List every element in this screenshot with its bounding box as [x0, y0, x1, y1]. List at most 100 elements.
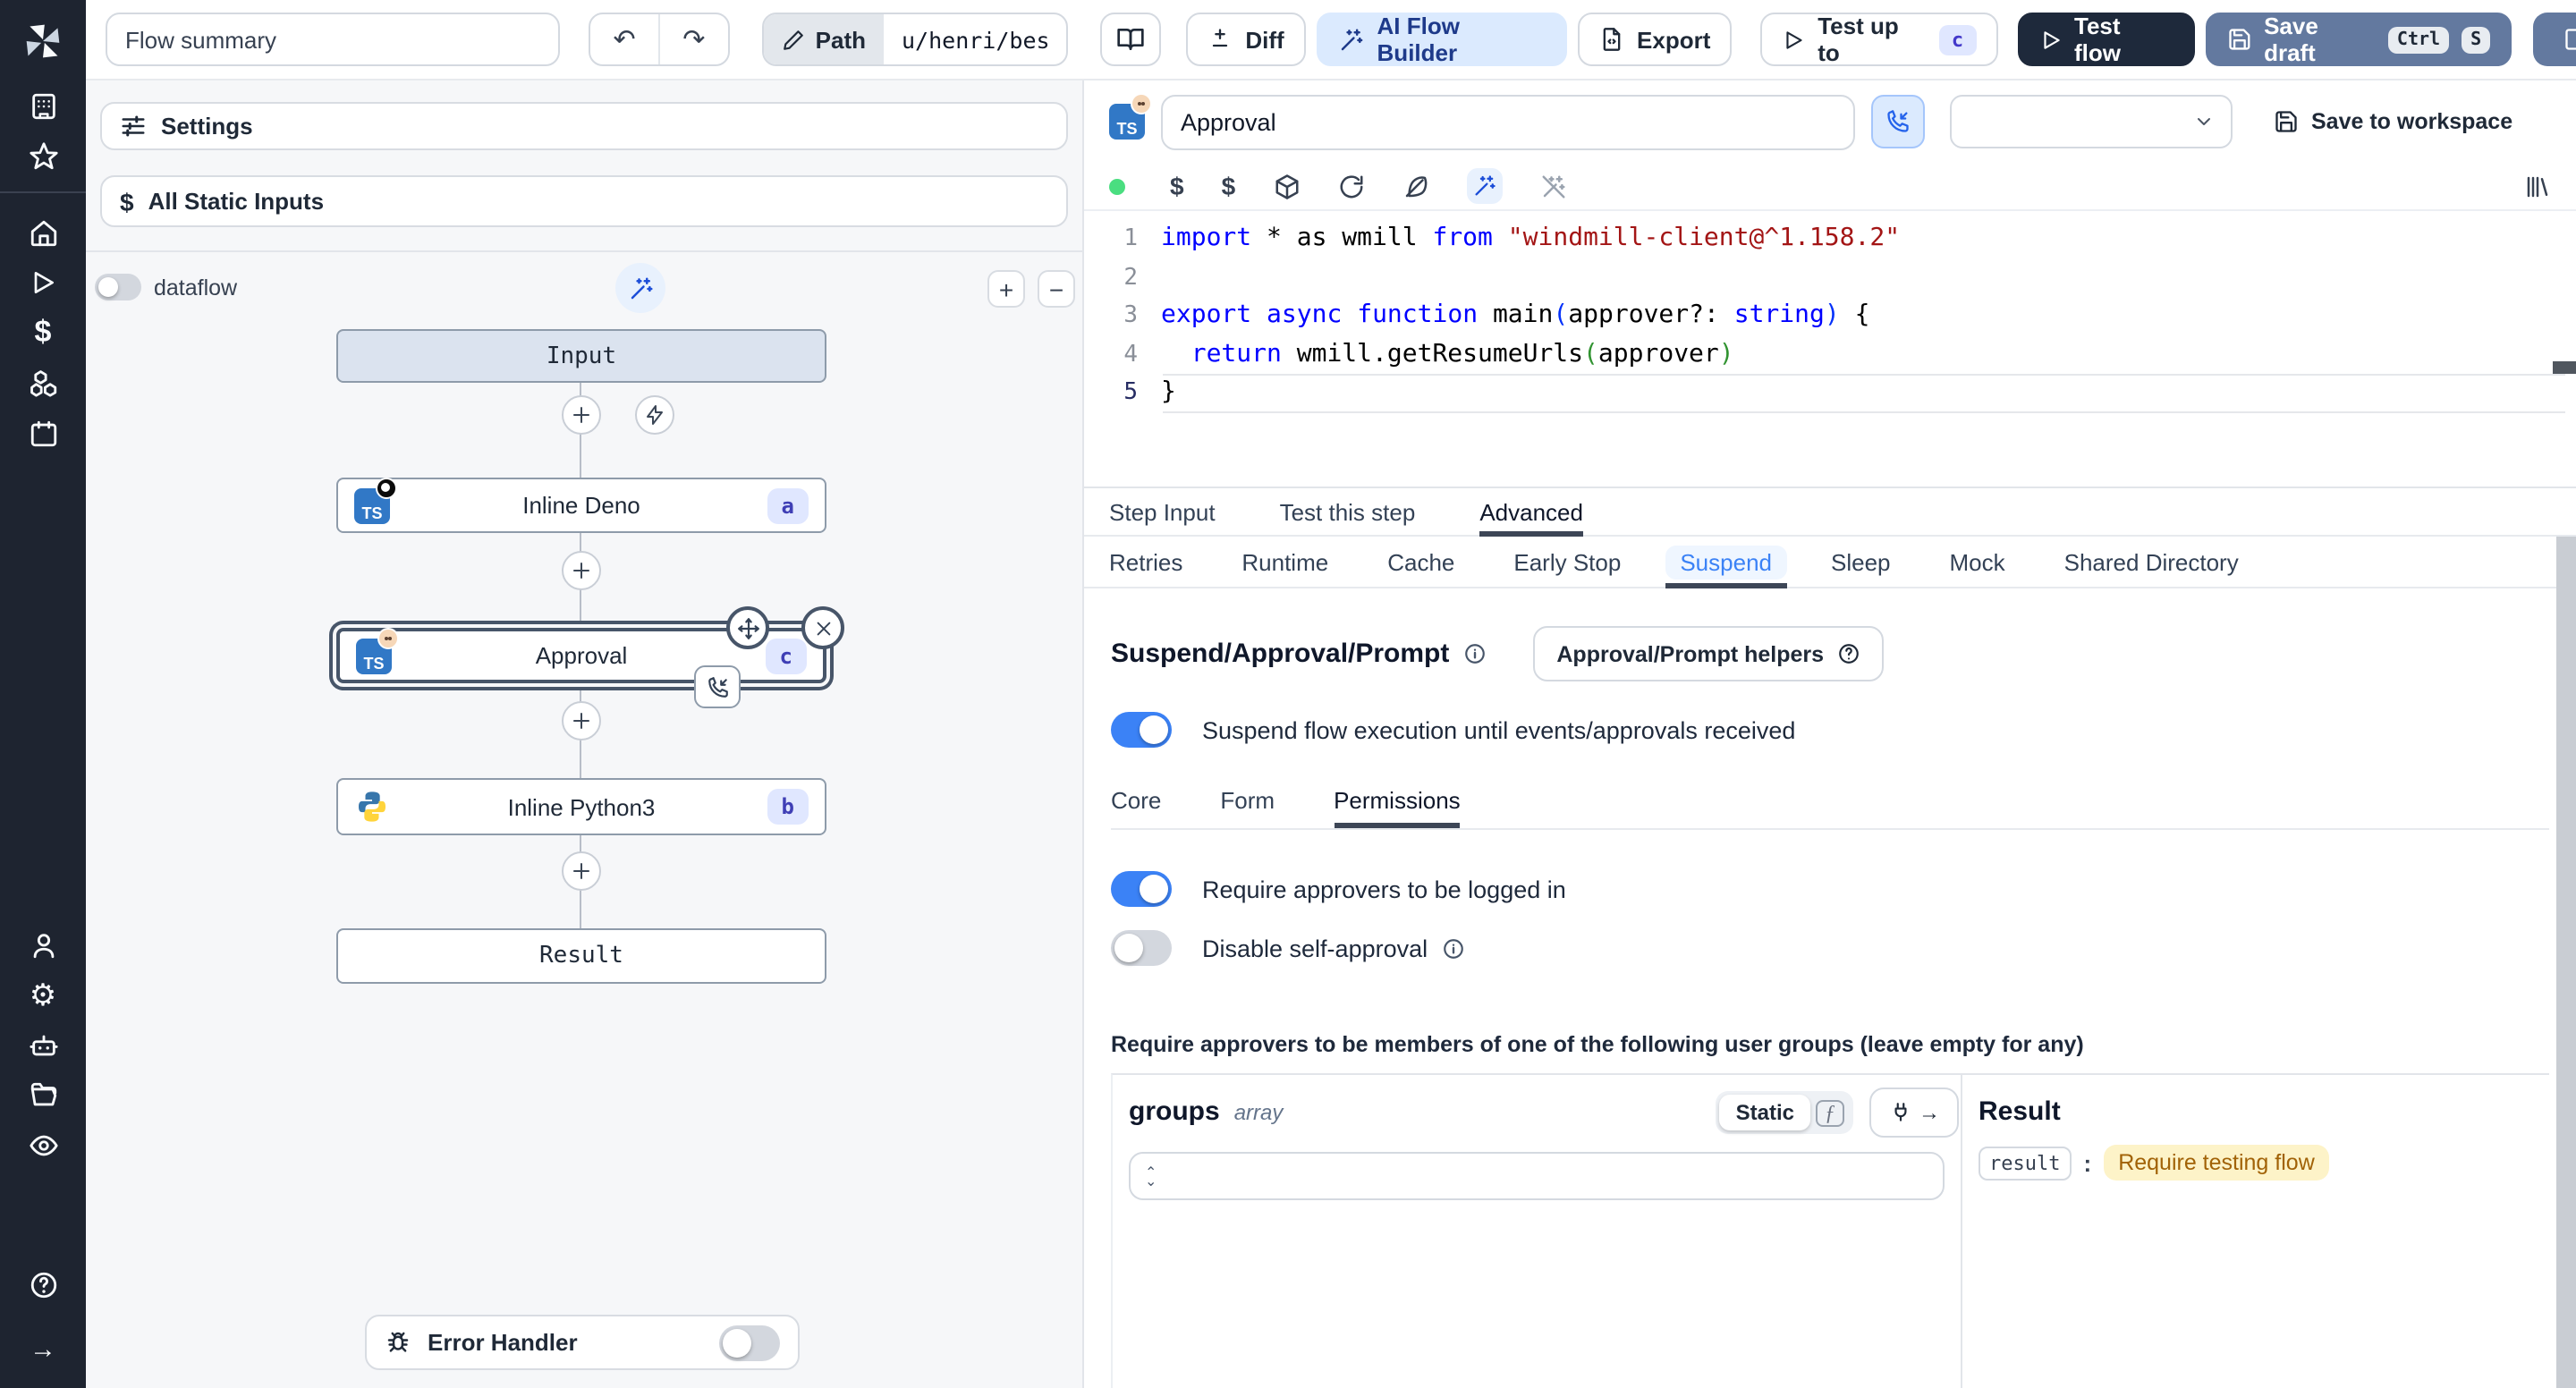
- subtab-mock[interactable]: Mock: [1950, 536, 2005, 588]
- users-icon[interactable]: [0, 919, 86, 969]
- ai-flow-builder-button[interactable]: AI Flow Builder: [1316, 13, 1568, 66]
- code-text: }: [1161, 377, 1176, 406]
- result-key-badge[interactable]: result: [1979, 1146, 2072, 1180]
- suspend-toggle[interactable]: [1111, 712, 1172, 748]
- dollar-icon[interactable]: $: [1170, 172, 1184, 200]
- play-icon: [1786, 30, 1802, 48]
- feather-icon[interactable]: [1402, 173, 1428, 199]
- flow-node-input[interactable]: Input: [336, 329, 826, 383]
- result-value-highlight[interactable]: Require testing flow: [2104, 1145, 2329, 1181]
- tab-permissions[interactable]: Permissions: [1334, 787, 1461, 828]
- subtab-early-stop[interactable]: Early Stop: [1513, 536, 1621, 588]
- require-logged-in-toggle[interactable]: [1111, 871, 1172, 907]
- undo-button[interactable]: ↶: [590, 14, 658, 64]
- save-to-workspace-button[interactable]: Save to workspace: [2274, 109, 2512, 134]
- home-icon[interactable]: [0, 207, 86, 258]
- groups-value-input[interactable]: ⌃ ⌄: [1129, 1152, 1945, 1200]
- static-mode-button[interactable]: Static: [1719, 1095, 1810, 1130]
- insert-step-button[interactable]: [562, 395, 601, 435]
- subtab-retries[interactable]: Retries: [1109, 536, 1182, 588]
- delete-step-button[interactable]: [801, 606, 844, 649]
- diff-button[interactable]: Diff: [1186, 13, 1306, 66]
- test-up-to-button[interactable]: Test up to c: [1760, 13, 1998, 66]
- ai-assistant-active-button[interactable]: [1466, 168, 1503, 204]
- insert-step-button[interactable]: [562, 701, 601, 741]
- line-number: 4: [1123, 341, 1138, 368]
- code-line[interactable]: 5}: [1084, 374, 2576, 412]
- save-icon: [2565, 29, 2576, 50]
- folders-icon[interactable]: [0, 1070, 86, 1120]
- suspend-phone-badge[interactable]: [694, 665, 741, 708]
- reload-icon[interactable]: [1337, 173, 1364, 199]
- script-version-dropdown[interactable]: [1950, 95, 2233, 148]
- approval-prompt-helpers-button[interactable]: Approval/Prompt helpers: [1533, 626, 1884, 681]
- insert-step-button[interactable]: [562, 551, 601, 590]
- ai-wand-button[interactable]: [615, 263, 665, 313]
- editor-scrollbar-thumb[interactable]: [2553, 361, 2576, 374]
- audit-eye-icon[interactable]: [0, 1120, 86, 1170]
- info-icon[interactable]: [1463, 642, 1487, 665]
- flow-node-inline-python[interactable]: Inline Python3 b: [336, 778, 826, 835]
- star-icon[interactable]: [0, 131, 86, 181]
- resources-boxes-icon[interactable]: [0, 358, 86, 408]
- tab-step-input[interactable]: Step Input: [1109, 487, 1216, 536]
- flow-settings-button[interactable]: Settings: [100, 102, 1068, 150]
- settings-gear-icon[interactable]: ⚙: [0, 969, 86, 1020]
- javascript-expr-button[interactable]: ƒ: [1810, 1095, 1850, 1130]
- subtab-shared-directory[interactable]: Shared Directory: [2064, 536, 2239, 588]
- expand-arrow-icon[interactable]: →: [0, 1324, 86, 1374]
- zoom-in-button[interactable]: +: [987, 270, 1025, 308]
- zoom-out-button[interactable]: −: [1038, 270, 1075, 308]
- suspend-settings-button[interactable]: [1871, 95, 1925, 148]
- edit-path-button[interactable]: Path: [763, 14, 884, 64]
- docs-button[interactable]: [1100, 13, 1162, 66]
- code-line[interactable]: 3 export async function main(approver?: s…: [1084, 297, 2576, 335]
- insert-step-button[interactable]: [562, 851, 601, 891]
- code-line[interactable]: 1 import * as wmill from "windmill-client…: [1084, 220, 2576, 258]
- variables-dollar-icon[interactable]: $: [0, 308, 86, 358]
- code-editor[interactable]: 1 import * as wmill from "windmill-client…: [1084, 209, 2576, 488]
- library-icon[interactable]: [2524, 173, 2551, 199]
- panel-scrollbar-thumb[interactable]: [2556, 537, 2576, 1388]
- schedules-calendar-icon[interactable]: [0, 408, 86, 458]
- help-icon[interactable]: [0, 1259, 86, 1309]
- subtab-cache[interactable]: Cache: [1387, 536, 1454, 588]
- windmill-logo[interactable]: [0, 0, 86, 80]
- package-icon[interactable]: [1273, 173, 1300, 199]
- info-icon[interactable]: [1442, 936, 1465, 960]
- export-button[interactable]: Export: [1578, 13, 1733, 66]
- flow-summary-input[interactable]: [106, 13, 561, 66]
- code-line[interactable]: 2: [1084, 258, 2576, 297]
- tab-advanced[interactable]: Advanced: [1479, 487, 1583, 536]
- step-name-input[interactable]: [1161, 94, 1855, 149]
- dollar-icon[interactable]: $: [1222, 172, 1236, 200]
- path-value[interactable]: u/henri/bes: [884, 14, 1066, 64]
- move-step-button[interactable]: [726, 606, 769, 649]
- save-draft-button[interactable]: Save draft Ctrl S: [2205, 13, 2512, 66]
- deploy-button-partial[interactable]: [2533, 13, 2576, 66]
- code-line[interactable]: 4 return wmill.getResumeUrls(approver): [1084, 335, 2576, 374]
- redo-button[interactable]: ↷: [660, 14, 728, 64]
- insert-trigger-button[interactable]: [635, 395, 674, 435]
- test-flow-button[interactable]: Test flow: [2017, 13, 2195, 66]
- tab-form[interactable]: Form: [1220, 787, 1275, 828]
- flow-node-inline-deno[interactable]: TS Inline Deno a: [336, 477, 826, 533]
- building-icon[interactable]: [0, 80, 86, 131]
- wand-off-icon[interactable]: [1539, 173, 1566, 199]
- flow-node-result[interactable]: Result: [336, 928, 826, 984]
- all-static-inputs-button[interactable]: $ All Static Inputs: [100, 175, 1068, 227]
- step-id-badge: c: [765, 638, 807, 673]
- subtab-suspend[interactable]: Suspend: [1665, 536, 1787, 588]
- runs-play-icon[interactable]: [0, 258, 86, 308]
- workers-robot-icon[interactable]: [0, 1020, 86, 1070]
- dataflow-toggle[interactable]: [95, 274, 141, 300]
- connect-input-button[interactable]: →: [1869, 1088, 1959, 1138]
- error-handler-card[interactable]: Error Handler: [365, 1315, 800, 1370]
- tab-core[interactable]: Core: [1111, 787, 1161, 828]
- subtab-sleep[interactable]: Sleep: [1831, 536, 1891, 588]
- error-handler-toggle[interactable]: [719, 1325, 780, 1360]
- disable-self-approval-label: Disable self-approval: [1202, 935, 1428, 961]
- disable-self-approval-toggle[interactable]: [1111, 930, 1172, 966]
- tab-test-this-step[interactable]: Test this step: [1280, 487, 1416, 536]
- subtab-runtime[interactable]: Runtime: [1241, 536, 1328, 588]
